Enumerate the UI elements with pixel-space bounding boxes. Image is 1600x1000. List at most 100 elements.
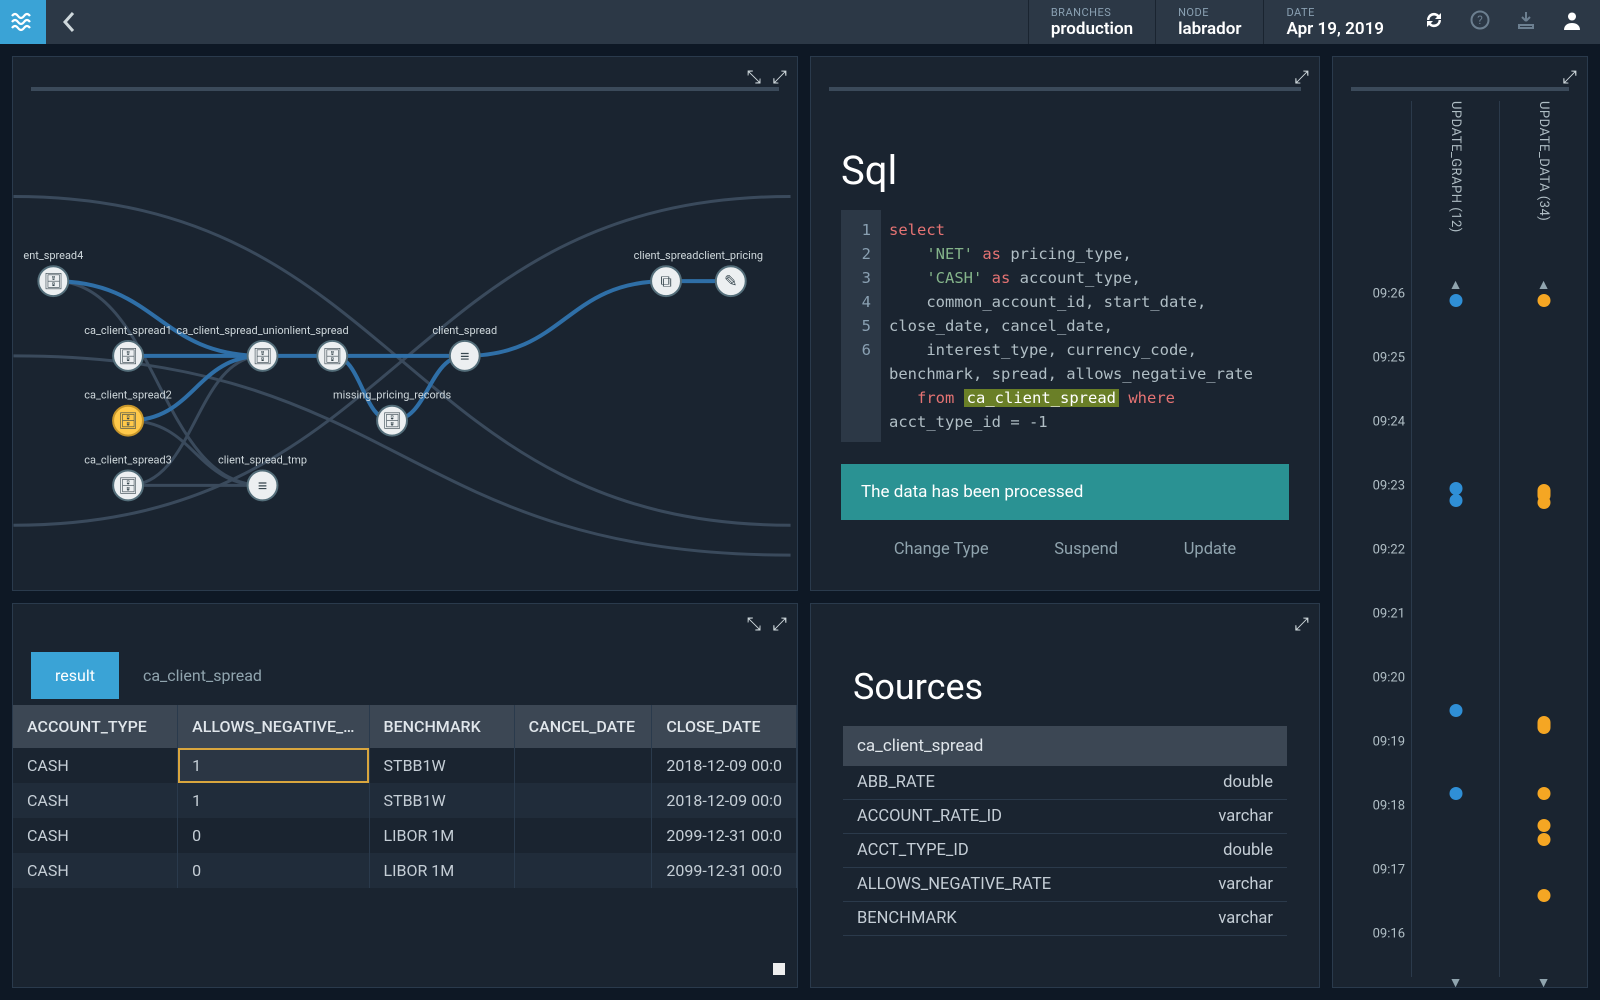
scroll-up-icon[interactable]: ▲ <box>1449 276 1463 293</box>
svg-text:🗄: 🗄 <box>382 412 402 430</box>
timeline-event[interactable] <box>1537 716 1550 734</box>
table-row[interactable]: CASH0LIBOR 1M2099-12-31 00:0 <box>13 818 797 853</box>
timeline-tick: 09:21 <box>1373 607 1405 622</box>
svg-text:client_spread_tmp: client_spread_tmp <box>218 453 307 466</box>
status-banner: The data has been processed <box>841 464 1289 520</box>
svg-text:≡: ≡ <box>460 348 469 365</box>
svg-text:ca_client_spread2: ca_client_spread2 <box>84 389 171 402</box>
graph-node[interactable]: 🗄ca_client_spread1 <box>84 324 171 371</box>
graph-node[interactable]: 🗄 ca_client_spread3 <box>84 453 171 500</box>
source-column[interactable]: ALLOWS_NEGATIVE_RATEvarchar <box>843 868 1287 902</box>
col-header[interactable]: CLOSE_DATE <box>652 705 797 748</box>
sql-panel: ⤢ Sql 123456 select 'NET' as pricing_typ… <box>810 56 1320 591</box>
download-icon[interactable] <box>1516 10 1536 35</box>
sql-code[interactable]: 123456 select 'NET' as pricing_type, 'CA… <box>841 210 1289 442</box>
chevron-left-icon <box>62 11 76 33</box>
timeline-event[interactable] <box>1537 819 1550 832</box>
waves-icon <box>11 12 35 32</box>
col-header[interactable]: ACCOUNT_TYPE <box>13 705 178 748</box>
timeline-column-header: UPDATE_DATA (34) <box>1536 101 1551 221</box>
tab-result[interactable]: result <box>31 652 119 699</box>
sql-actions: Change Type Suspend Update <box>861 540 1269 559</box>
col-header[interactable]: BENCHMARK <box>369 705 514 748</box>
table-row[interactable]: CASH1STBB1W2018-12-09 00:0 <box>13 748 797 783</box>
shrink-icon[interactable]: ⤡ <box>747 614 761 635</box>
timeline-event[interactable] <box>1537 496 1550 509</box>
expand-icon[interactable]: ⤢ <box>1295 67 1309 88</box>
topbar-actions: ? <box>1406 0 1600 44</box>
expand-icon[interactable]: ⤢ <box>773 614 787 635</box>
timeline-panel: ⤢ 09:2609:2509:2409:2309:2209:2109:2009:… <box>1332 56 1588 988</box>
timeline-event[interactable] <box>1449 494 1462 507</box>
svg-text:ca_client_spread_unionlient_sp: ca_client_spread_unionlient_spread <box>176 324 348 337</box>
scroll-up-icon[interactable]: ▲ <box>1537 276 1551 293</box>
expand-icon[interactable]: ⤢ <box>1295 614 1309 635</box>
timeline-event[interactable] <box>1449 787 1462 800</box>
sql-action-change-type[interactable]: Change Type <box>894 540 989 559</box>
sql-action-update[interactable]: Update <box>1184 540 1236 559</box>
context-meta: BRANCHESproductionNODElabradorDATEApr 19… <box>1028 0 1406 44</box>
user-icon[interactable] <box>1562 10 1582 35</box>
timeline-tick: 09:17 <box>1373 863 1405 878</box>
sql-action-suspend[interactable]: Suspend <box>1054 540 1118 559</box>
graph-canvas[interactable]: 🗄ent_spread4🗄ca_client_spread1🗄ca_client… <box>13 57 797 590</box>
svg-text:ca_client_spread3: ca_client_spread3 <box>84 453 171 466</box>
app-logo[interactable] <box>0 0 46 44</box>
graph-node[interactable]: ≡client_spread <box>432 324 497 371</box>
timeline-tick: 09:22 <box>1373 543 1405 558</box>
graph-node[interactable]: 🗄ent_spread4 <box>23 249 83 296</box>
graph-node[interactable]: 🗄 <box>317 341 347 371</box>
sql-title: Sql <box>841 147 1319 194</box>
svg-text:✎: ✎ <box>724 274 737 291</box>
table-row[interactable]: CASH1STBB1W2018-12-09 00:0 <box>13 783 797 818</box>
source-column[interactable]: ACCOUNT_RATE_IDvarchar <box>843 800 1287 834</box>
svg-text:🗄: 🗄 <box>252 347 272 365</box>
col-header[interactable]: CANCEL_DATE <box>514 705 652 748</box>
table-row[interactable]: CASH0LIBOR 1M2099-12-31 00:0 <box>13 853 797 888</box>
svg-text:ca_client_spread1: ca_client_spread1 <box>84 324 171 337</box>
meta-value: labrador <box>1178 19 1241 39</box>
timeline-event[interactable] <box>1537 889 1550 902</box>
source-column[interactable]: ABB_RATEdouble <box>843 766 1287 800</box>
svg-text:🗄: 🗄 <box>118 477 138 495</box>
meta-branches[interactable]: BRANCHESproduction <box>1028 0 1155 44</box>
timeline-event[interactable] <box>1537 787 1550 800</box>
timeline-tick: 09:23 <box>1373 479 1405 494</box>
meta-node[interactable]: NODElabrador <box>1155 0 1263 44</box>
timeline-tick: 09:25 <box>1373 351 1405 366</box>
help-icon[interactable]: ? <box>1470 10 1490 35</box>
sources-title: Sources <box>853 666 1319 708</box>
results-panel: ⤢ ⤡ resultca_client_spread ACCOUNT_TYPEA… <box>12 603 798 988</box>
scroll-handle[interactable] <box>773 963 785 975</box>
line-gutter: 123456 <box>841 210 881 442</box>
scroll-down-icon[interactable]: ▼ <box>1449 974 1463 988</box>
timeline-tick: 09:18 <box>1373 799 1405 814</box>
graph-node[interactable]: 🗄ca_client_spread2 <box>84 389 171 436</box>
source-column[interactable]: ACCT_TYPE_IDdouble <box>843 834 1287 868</box>
graph-node[interactable]: ⧉client_spread <box>634 249 699 296</box>
graph-node[interactable]: ✎ client_pricing <box>699 249 763 296</box>
timeline-event[interactable] <box>1537 294 1550 307</box>
meta-date[interactable]: DATEApr 19, 2019 <box>1263 0 1406 44</box>
back-button[interactable] <box>46 0 92 44</box>
meta-label: BRANCHES <box>1051 6 1133 19</box>
timeline-event[interactable] <box>1537 833 1550 846</box>
meta-label: DATE <box>1286 6 1384 19</box>
result-tabs: resultca_client_spread <box>31 652 797 699</box>
source-column[interactable]: BENCHMARKvarchar <box>843 902 1287 936</box>
col-header[interactable]: ALLOWS_NEGATIVE_… <box>178 705 369 748</box>
sources-header[interactable]: ca_client_spread <box>843 726 1287 766</box>
timeline-event[interactable] <box>1449 294 1462 307</box>
graph-panel: ⤢ ⤡ 🗄ent_spread4🗄ca_client_spread1🗄ca_cl… <box>12 56 798 591</box>
timeline-tick: 09:16 <box>1373 927 1405 942</box>
expand-icon[interactable]: ⤢ <box>1563 67 1577 88</box>
scroll-down-icon[interactable]: ▼ <box>1537 974 1551 988</box>
meta-value: Apr 19, 2019 <box>1286 19 1384 39</box>
svg-text:🗄: 🗄 <box>322 347 342 365</box>
results-table[interactable]: ACCOUNT_TYPEALLOWS_NEGATIVE_…BENCHMARKCA… <box>13 705 797 888</box>
tab-ca_client_spread[interactable]: ca_client_spread <box>119 652 286 699</box>
meta-label: NODE <box>1178 6 1241 19</box>
svg-text:client_pricing: client_pricing <box>699 249 763 262</box>
timeline-event[interactable] <box>1449 704 1462 717</box>
refresh-icon[interactable] <box>1424 10 1444 35</box>
